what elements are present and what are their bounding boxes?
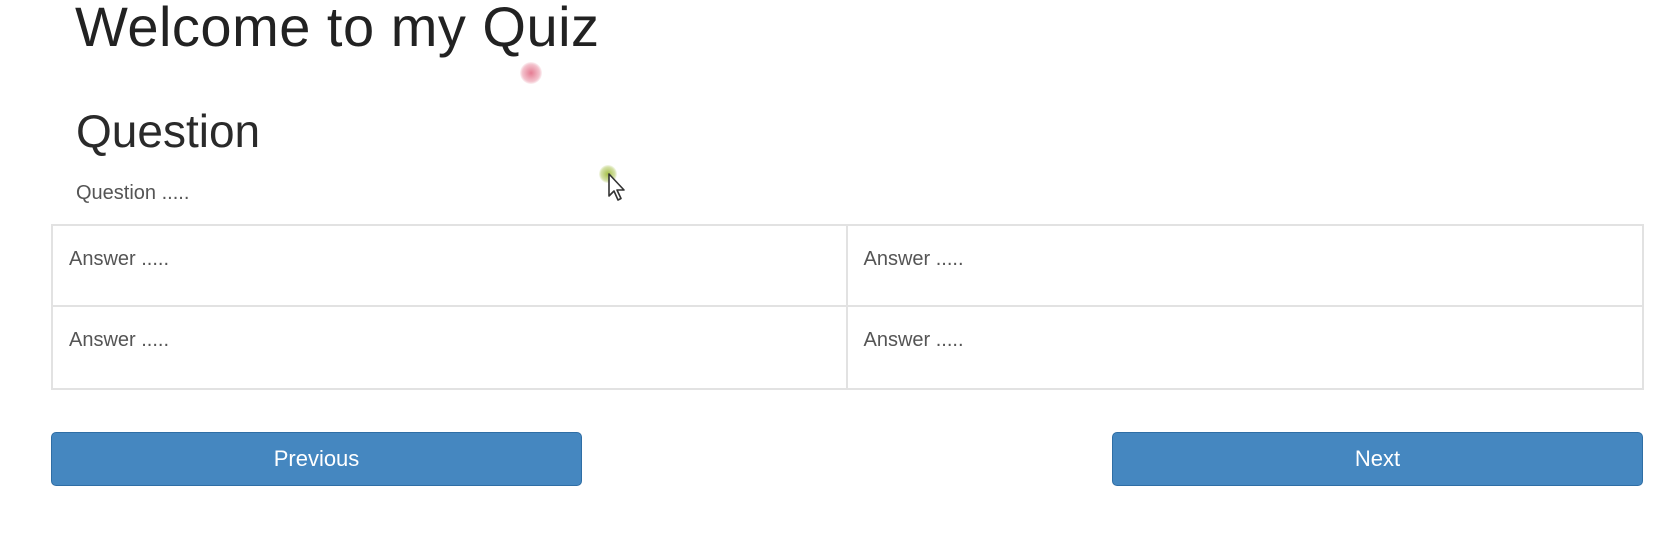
previous-button[interactable]: Previous xyxy=(51,432,582,486)
answer-option-2[interactable]: Answer ..... xyxy=(847,226,1642,307)
question-text: Question ..... xyxy=(76,182,190,204)
answer-option-1[interactable]: Answer ..... xyxy=(53,226,848,307)
question-heading: Question xyxy=(76,105,261,157)
answer-option-4[interactable]: Answer ..... xyxy=(848,307,1643,388)
answer-option-3[interactable]: Answer ..... xyxy=(53,307,848,388)
click-indicator-dot xyxy=(520,62,542,84)
next-button[interactable]: Next xyxy=(1112,432,1643,486)
page-title: Welcome to my Quiz xyxy=(75,0,600,58)
answers-grid: Answer ..... Answer ..... Answer ..... A… xyxy=(51,224,1644,390)
mouse-pointer-icon xyxy=(608,173,625,201)
